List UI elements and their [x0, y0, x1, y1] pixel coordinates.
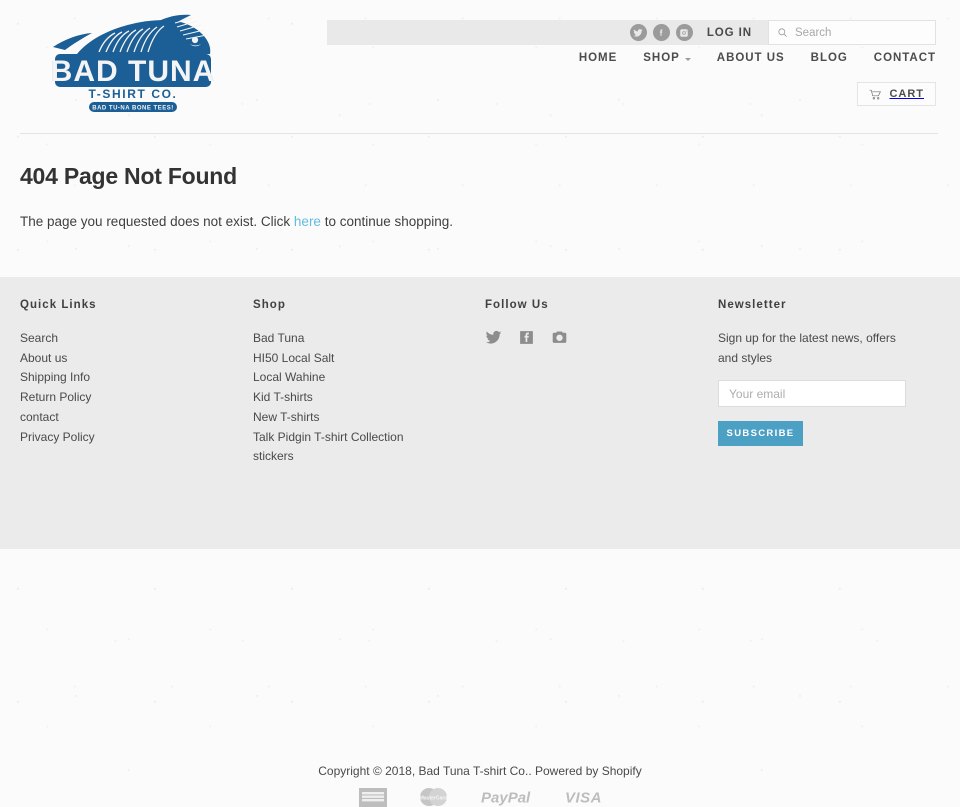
shopify-link[interactable]: Shopify: [602, 764, 642, 778]
page-title: 404 Page Not Found: [20, 163, 237, 189]
twitter-icon[interactable]: [629, 24, 647, 41]
footer-social-links: [485, 329, 718, 346]
svg-text:T-SHIRT CO.: T-SHIRT CO.: [89, 87, 178, 101]
site-header: BAD TUNA BAD TUNA T-SHIRT CO. BAD TU-NA …: [0, 0, 960, 134]
utility-bar: LOG IN: [327, 20, 936, 45]
visa-icon: VISA: [564, 787, 602, 807]
footer-column-newsletter: Newsletter Sign up for the latest news, …: [718, 299, 940, 467]
paypal-icon: PayPal: [480, 787, 534, 807]
footer-heading-follow-us: Follow Us: [485, 299, 549, 311]
site-logo[interactable]: BAD TUNA BAD TUNA T-SHIRT CO. BAD TU-NA …: [47, 14, 219, 112]
svg-text:BAD TU-NA BONE TEES!: BAD TU-NA BONE TEES!: [92, 106, 173, 112]
logo-artwork: BAD TUNA BAD TUNA T-SHIRT CO. BAD TU-NA …: [51, 14, 216, 112]
nav-item-label: ABOUT US: [716, 52, 785, 64]
footer-heading-newsletter: Newsletter: [718, 299, 787, 311]
header-social-links: [629, 24, 693, 41]
search-input[interactable]: [795, 26, 925, 39]
continue-shopping-link[interactable]: here: [294, 214, 321, 229]
footer-link-bad-tuna[interactable]: Bad Tuna: [253, 329, 485, 349]
nav-item-label: CONTACT: [873, 52, 936, 64]
footer-link-talk-pidgin-collection[interactable]: Talk Pidgin T-shirt Collection: [253, 428, 485, 448]
svg-text:BAD TUNA: BAD TUNA: [51, 55, 216, 88]
message-text-after: to continue shopping.: [320, 214, 454, 229]
nav-item-shop[interactable]: SHOP: [643, 52, 691, 64]
search-icon: [778, 28, 787, 37]
copyright-line: Copyright © 2018, Bad Tuna T-shirt Co.. …: [0, 764, 960, 778]
twitter-icon[interactable]: [485, 329, 502, 346]
footer-column-follow-us: Follow Us: [485, 299, 718, 467]
nav-item-home[interactable]: HOME: [579, 52, 617, 64]
payment-methods: MasterCard PayPal VISA: [0, 787, 960, 807]
footer-column-quick-links: Quick Links Search About us Shipping Inf…: [20, 299, 253, 467]
site-footer: Quick Links Search About us Shipping Inf…: [0, 277, 960, 807]
newsletter-description: Sign up for the latest news, offers and …: [718, 331, 896, 365]
nav-item-label: SHOP: [643, 52, 680, 64]
nav-item-blog[interactable]: BLOG: [811, 52, 848, 64]
footer-link-local-wahine[interactable]: Local Wahine: [253, 368, 485, 388]
footer-link-search[interactable]: Search: [20, 329, 253, 349]
footer-link-hi50-local-salt[interactable]: HI50 Local Salt: [253, 349, 485, 369]
footer-heading-quick-links: Quick Links: [20, 299, 97, 311]
footer-columns: Quick Links Search About us Shipping Inf…: [0, 277, 960, 467]
chevron-down-icon: [684, 57, 691, 61]
mastercard-icon: MasterCard: [417, 787, 450, 807]
shopping-cart-icon: [870, 89, 882, 99]
copyright-prefix: Copyright © 2018,: [318, 764, 419, 778]
footer-column-shop: Shop Bad Tuna HI50 Local Salt Local Wahi…: [253, 299, 485, 467]
nav-item-label: HOME: [578, 52, 618, 64]
footer-link-stickers[interactable]: stickers: [253, 447, 485, 467]
message-text-before: The page you requested does not exist. C…: [20, 214, 294, 229]
svg-text:PayPal: PayPal: [481, 790, 531, 807]
copyright-store-link[interactable]: Bad Tuna T-shirt Co.: [418, 764, 528, 778]
footer-link-new-t-shirts[interactable]: New T-shirts: [253, 408, 485, 428]
footer-link-return-policy[interactable]: Return Policy: [20, 388, 253, 408]
cart-button[interactable]: CART: [857, 82, 936, 106]
american-express-icon: [358, 787, 387, 807]
svg-text:VISA: VISA: [565, 790, 602, 807]
instagram-icon[interactable]: [675, 24, 693, 41]
header-divider: [20, 133, 938, 134]
svg-text:MasterCard: MasterCard: [419, 795, 447, 801]
footer-link-contact[interactable]: contact: [20, 408, 253, 428]
facebook-icon[interactable]: [518, 329, 535, 346]
cart-label: CART: [889, 88, 924, 100]
header-search[interactable]: [768, 20, 936, 45]
copyright-mid: . Powered by: [528, 764, 602, 778]
nav-item-label: BLOG: [810, 52, 848, 64]
newsletter-email-input[interactable]: [718, 380, 906, 408]
subscribe-button[interactable]: SUBSCRIBE: [718, 421, 803, 447]
footer-link-privacy-policy[interactable]: Privacy Policy: [20, 428, 253, 448]
footer-link-about-us[interactable]: About us: [20, 349, 253, 369]
footer-heading-shop: Shop: [253, 299, 286, 311]
footer-link-kid-t-shirts[interactable]: Kid T-shirts: [253, 388, 485, 408]
page-message: The page you requested does not exist. C…: [20, 212, 940, 232]
login-link[interactable]: LOG IN: [707, 27, 752, 39]
nav-item-contact[interactable]: CONTACT: [874, 52, 936, 64]
instagram-icon[interactable]: [551, 329, 568, 346]
main-navigation: HOME SHOP ABOUT US BLOG CONTACT: [579, 52, 936, 64]
nav-item-about-us[interactable]: ABOUT US: [717, 52, 785, 64]
facebook-icon[interactable]: [652, 24, 670, 41]
main-content: 404 Page Not Found The page you requeste…: [0, 133, 960, 277]
footer-link-shipping-info[interactable]: Shipping Info: [20, 368, 253, 388]
